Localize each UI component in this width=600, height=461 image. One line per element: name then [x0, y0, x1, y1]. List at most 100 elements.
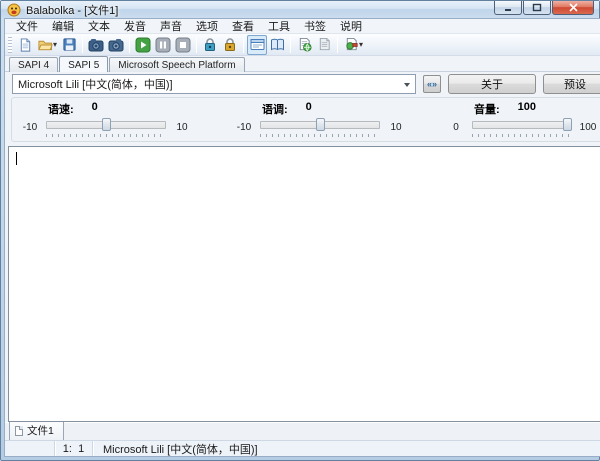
tab-sapi4[interactable]: SAPI 4: [9, 57, 58, 72]
lock-gold-button[interactable]: [220, 35, 240, 55]
window-controls: [493, 1, 594, 15]
voice-parameters-panel: 语速: 0 -10 10: [11, 97, 600, 142]
lock-green-icon: [203, 37, 217, 52]
menu-options[interactable]: 选项: [189, 17, 225, 35]
dictionary-button[interactable]: [267, 35, 287, 55]
menu-text[interactable]: 文本: [81, 17, 117, 35]
play-button[interactable]: [133, 35, 153, 55]
pause-icon: [155, 37, 171, 53]
engine-tab-strip: SAPI 4 SAPI 5 Microsoft Speech Platform: [5, 56, 600, 72]
status-bar: 1: 1 Microsoft Lili [中文(简体，中国)]: [5, 440, 600, 456]
rate-slider-ticks: [46, 133, 166, 137]
tab-speech-platform[interactable]: Microsoft Speech Platform: [109, 57, 244, 72]
menu-tools[interactable]: 工具: [261, 17, 297, 35]
balabolka-window: Balabolka - [文件1] 文件 编辑 文本 发音 声音 选项 查看 工…: [0, 0, 600, 461]
pitch-min-label: -10: [234, 122, 254, 133]
menu-bookmarks[interactable]: 书签: [297, 17, 333, 35]
rate-slider-group: 语速: 0 -10 10: [20, 101, 192, 137]
volume-min-label: 0: [446, 122, 466, 133]
save-button[interactable]: [59, 35, 79, 55]
translate-page-button[interactable]: [294, 35, 314, 55]
volume-value: 100: [518, 101, 536, 117]
volume-slider-group: 音量: 100 0 100: [446, 101, 598, 137]
text-caret: [16, 152, 17, 165]
new-document-button[interactable]: [15, 35, 35, 55]
translate-page-icon: [297, 37, 312, 52]
toolbar-separator: [243, 37, 244, 53]
pitch-slider-ticks: [260, 133, 380, 137]
lock-gold-icon: [223, 37, 237, 52]
voice-row: Microsoft Lili [中文(简体，中国)] «» 关于 预设: [5, 72, 600, 96]
pitch-slider[interactable]: [260, 118, 380, 132]
stop-icon: [175, 37, 191, 53]
language-menu-caret[interactable]: ▾: [359, 40, 363, 49]
voice-select-value: Microsoft Lili [中文(简体，中国)]: [18, 76, 173, 92]
toolbar-separator: [290, 37, 291, 53]
rate-slider[interactable]: [46, 118, 166, 132]
window-frame: 文件 编辑 文本 发音 声音 选项 查看 工具 书签 说明 ▾: [1, 18, 599, 460]
language-menu-button[interactable]: [341, 35, 361, 55]
audio-save-button[interactable]: [106, 35, 126, 55]
toolbar: ▾: [5, 34, 600, 56]
rate-value: 0: [92, 101, 98, 117]
status-empty-panel: [5, 441, 55, 456]
rate-slider-thumb[interactable]: [102, 118, 111, 131]
menu-file[interactable]: 文件: [9, 17, 45, 35]
rate-min-label: -10: [20, 122, 40, 133]
minimize-button[interactable]: [494, 1, 522, 15]
about-voice-button[interactable]: 关于: [448, 74, 536, 94]
stop-button[interactable]: [173, 35, 193, 55]
title-bar: Balabolka - [文件1]: [1, 1, 599, 18]
document-tab[interactable]: 文件1: [9, 420, 64, 440]
rate-max-label: 10: [172, 122, 192, 133]
document-tab-strip: 文件1: [5, 422, 600, 440]
volume-slider-track[interactable]: [472, 121, 572, 129]
app-icon: [7, 3, 21, 17]
audio-open-button[interactable]: [86, 35, 106, 55]
open-file-dropdown-caret[interactable]: ▾: [53, 40, 57, 49]
status-cursor-position: 1: 1: [55, 441, 93, 456]
menu-view[interactable]: 查看: [225, 17, 261, 35]
chevron-down-icon: [404, 83, 410, 90]
text-editor[interactable]: [8, 146, 600, 422]
rate-label: 语速:: [48, 101, 74, 117]
document-tab-label: 文件1: [27, 423, 54, 438]
toolbar-separator: [337, 37, 338, 53]
volume-label: 音量:: [474, 101, 500, 117]
menu-help[interactable]: 说明: [333, 17, 369, 35]
text-panel-toggle-button[interactable]: [247, 35, 267, 55]
book-button[interactable]: [314, 35, 334, 55]
tab-sapi5[interactable]: SAPI 5: [59, 56, 108, 72]
close-button[interactable]: [552, 1, 594, 15]
menu-voice[interactable]: 声音: [153, 17, 189, 35]
lock-green-button[interactable]: [200, 35, 220, 55]
voice-params-button[interactable]: «»: [423, 75, 441, 93]
open-file-button[interactable]: [35, 35, 55, 55]
client-area: 文件 编辑 文本 发音 声音 选项 查看 工具 书签 说明 ▾: [4, 18, 600, 457]
pitch-max-label: 10: [386, 122, 406, 133]
volume-slider[interactable]: [472, 118, 572, 132]
pitch-slider-thumb[interactable]: [316, 118, 325, 131]
play-icon: [135, 37, 151, 53]
menu-pronunciation[interactable]: 发音: [117, 17, 153, 35]
text-panel-icon: [250, 38, 265, 51]
preset-button[interactable]: 预设: [543, 74, 600, 94]
menu-bar: 文件 编辑 文本 发音 声音 选项 查看 工具 书签 说明: [5, 19, 600, 34]
toolbar-separator: [82, 37, 83, 53]
pitch-slider-group: 语调: 0 -10 10: [234, 101, 406, 137]
window-title: Balabolka - [文件1]: [26, 2, 118, 18]
open-folder-icon: [37, 37, 53, 52]
audio-open-icon: [88, 38, 104, 52]
volume-slider-thumb[interactable]: [563, 118, 572, 131]
status-voice-name: Microsoft Lili [中文(简体，中国)]: [93, 441, 600, 456]
toolbar-grip[interactable]: [8, 37, 12, 53]
pitch-label: 语调:: [262, 101, 288, 117]
dictionary-icon: [270, 38, 285, 51]
maximize-button[interactable]: [523, 1, 551, 15]
voice-select[interactable]: Microsoft Lili [中文(简体，中国)]: [12, 74, 416, 94]
document-icon: [15, 426, 23, 436]
volume-max-label: 100: [578, 122, 598, 133]
toolbar-separator: [196, 37, 197, 53]
pause-button[interactable]: [153, 35, 173, 55]
menu-edit[interactable]: 编辑: [45, 17, 81, 35]
